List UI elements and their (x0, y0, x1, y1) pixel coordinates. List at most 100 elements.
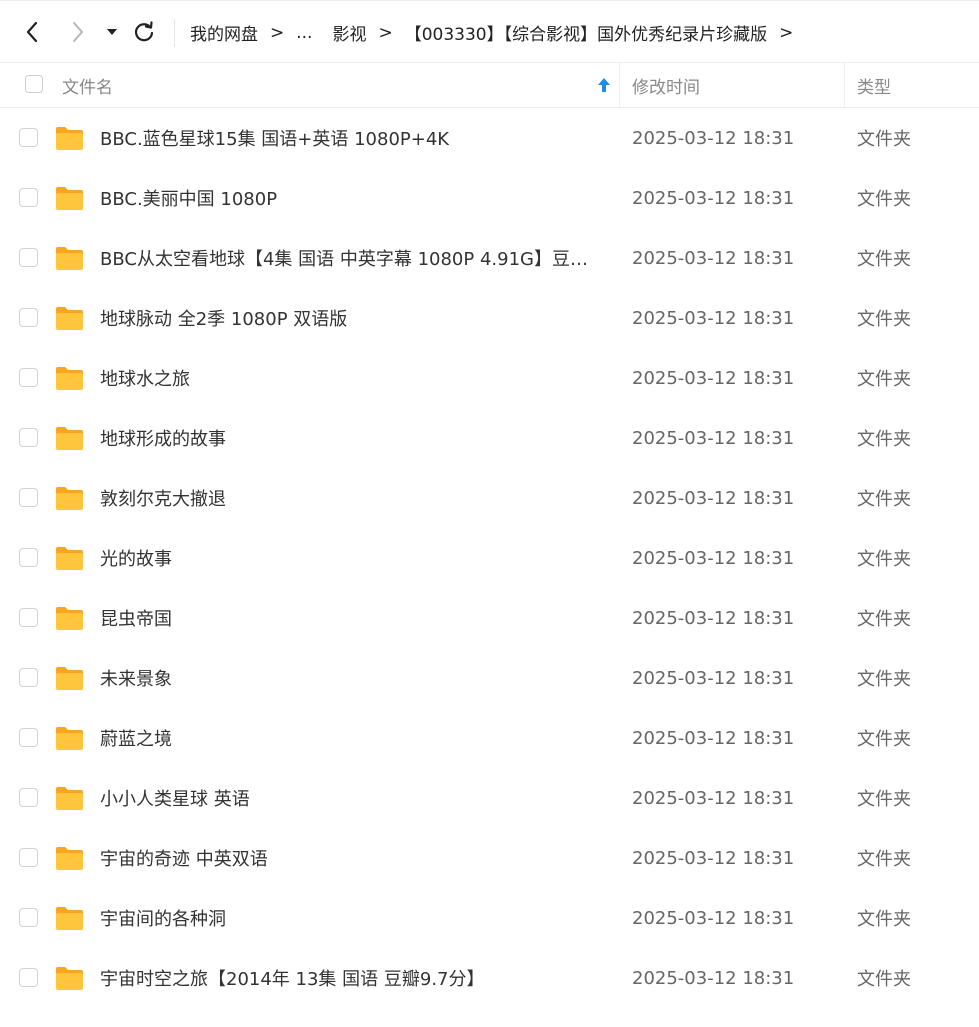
file-type: 文件夹 (857, 849, 911, 870)
column-header-type[interactable]: 类型 (857, 63, 891, 107)
row-checkbox[interactable] (19, 668, 38, 687)
file-name[interactable]: BBC.美丽中国 1080P (100, 168, 600, 228)
file-name[interactable]: 敦刻尔克大撤退 (100, 468, 600, 528)
file-type: 文件夹 (857, 309, 911, 330)
table-row[interactable]: 宇宙的奇迹 中英双语 2025-03-12 18:31 文件夹 (0, 828, 979, 888)
file-type: 文件夹 (857, 789, 911, 810)
folder-icon (56, 787, 83, 810)
folder-icon (56, 187, 83, 210)
column-header-name[interactable]: 文件名 (62, 63, 113, 107)
table-row[interactable]: 敦刻尔克大撤退 2025-03-12 18:31 文件夹 (0, 468, 979, 528)
row-checkbox[interactable] (19, 488, 38, 507)
chevron-right-icon (73, 22, 83, 42)
row-checkbox[interactable] (19, 968, 38, 987)
folder-icon (56, 847, 83, 870)
modified-time: 2025-03-12 18:31 (632, 307, 795, 329)
file-type: 文件夹 (857, 909, 911, 930)
file-name[interactable]: 宇宙间的各种洞 (100, 888, 600, 948)
table-row[interactable]: 地球脉动 全2季 1080P 双语版 2025-03-12 18:31 文件夹 (0, 288, 979, 348)
modified-time: 2025-03-12 18:31 (632, 967, 795, 989)
chevron-left-icon (26, 21, 38, 43)
row-checkbox[interactable] (19, 728, 38, 747)
table-row[interactable]: 昆虫帝国 2025-03-12 18:31 文件夹 (0, 588, 979, 648)
row-checkbox[interactable] (19, 188, 38, 207)
modified-time: 2025-03-12 18:31 (632, 127, 795, 149)
file-name[interactable]: 昆虫帝国 (100, 588, 600, 648)
navigation-bar: 我的网盘 > ... 影视 > 【003330】【综合影视】国外优秀纪录片珍藏版… (0, 0, 979, 63)
file-name[interactable]: 地球脉动 全2季 1080P 双语版 (100, 288, 600, 348)
row-checkbox[interactable] (19, 908, 38, 927)
row-checkbox[interactable] (19, 788, 38, 807)
table-row[interactable]: 光的故事 2025-03-12 18:31 文件夹 (0, 528, 979, 588)
folder-icon (56, 727, 83, 750)
row-checkbox[interactable] (19, 548, 38, 567)
table-row[interactable]: 蔚蓝之境 2025-03-12 18:31 文件夹 (0, 708, 979, 768)
table-row[interactable]: BBC从太空看地球【4集 国语 中英字幕 1080P 4.91G】豆瓣... 20… (0, 228, 979, 288)
table-row[interactable]: 地球形成的故事 2025-03-12 18:31 文件夹 (0, 408, 979, 468)
file-type: 文件夹 (857, 549, 911, 570)
file-name[interactable]: BBC.蓝色星球15集 国语+英语 1080P+4K (100, 108, 600, 168)
breadcrumb-item-current[interactable]: 【003330】【综合影视】国外优秀纪录片珍藏版 (405, 20, 767, 45)
modified-time: 2025-03-12 18:31 (632, 607, 795, 629)
table-row[interactable]: 宇宙间的各种洞 2025-03-12 18:31 文件夹 (0, 888, 979, 948)
row-checkbox[interactable] (19, 848, 38, 867)
file-name[interactable]: 小小人类星球 英语 (100, 768, 600, 828)
file-type: 文件夹 (857, 129, 911, 150)
file-name[interactable]: 光的故事 (100, 528, 600, 588)
file-type: 文件夹 (857, 189, 911, 210)
file-manager-window: 我的网盘 > ... 影视 > 【003330】【综合影视】国外优秀纪录片珍藏版… (0, 0, 979, 1027)
breadcrumb-item-ellipsis[interactable]: ... (296, 23, 312, 43)
file-name[interactable]: BBC从太空看地球【4集 国语 中英字幕 1080P 4.91G】豆瓣... (100, 228, 600, 288)
file-name[interactable]: 宇宙的奇迹 中英双语 (100, 828, 600, 888)
row-checkbox[interactable] (19, 128, 38, 147)
breadcrumb-separator: > (779, 22, 794, 43)
table-row[interactable]: BBC.美丽中国 1080P 2025-03-12 18:31 文件夹 (0, 168, 979, 228)
file-list: BBC.蓝色星球15集 国语+英语 1080P+4K 2025-03-12 18:… (0, 108, 979, 1008)
table-row[interactable]: 小小人类星球 英语 2025-03-12 18:31 文件夹 (0, 768, 979, 828)
modified-time: 2025-03-12 18:31 (632, 727, 795, 749)
modified-time: 2025-03-12 18:31 (632, 487, 795, 509)
folder-icon (56, 247, 83, 270)
folder-icon (56, 127, 83, 150)
table-row[interactable]: 未来景象 2025-03-12 18:31 文件夹 (0, 648, 979, 708)
folder-icon (56, 307, 83, 330)
row-checkbox[interactable] (19, 428, 38, 447)
file-type: 文件夹 (857, 969, 911, 990)
breadcrumb-item-video[interactable]: 影视 (332, 20, 366, 45)
folder-icon (56, 967, 83, 990)
row-checkbox[interactable] (19, 608, 38, 627)
history-dropdown-button[interactable] (98, 15, 126, 49)
file-name[interactable]: 宇宙时空之旅【2014年 13集 国语 豆瓣9.7分】 (100, 948, 600, 1008)
select-all-checkbox[interactable] (25, 75, 43, 93)
file-name[interactable]: 未来景象 (100, 648, 600, 708)
column-header-modified[interactable]: 修改时间 (632, 63, 700, 107)
forward-button[interactable] (62, 15, 94, 49)
column-divider[interactable] (844, 63, 845, 107)
breadcrumb: 我的网盘 > ... 影视 > 【003330】【综合影视】国外优秀纪录片珍藏版… (190, 1, 793, 64)
modified-time: 2025-03-12 18:31 (632, 367, 795, 389)
folder-icon (56, 907, 83, 930)
modified-time: 2025-03-12 18:31 (632, 187, 795, 209)
file-name[interactable]: 地球水之旅 (100, 348, 600, 408)
table-row[interactable]: 宇宙时空之旅【2014年 13集 国语 豆瓣9.7分】 2025-03-12 18… (0, 948, 979, 1008)
file-name[interactable]: 地球形成的故事 (100, 408, 600, 468)
file-list-header: 文件名 修改时间 类型 (0, 63, 979, 108)
table-row[interactable]: 地球水之旅 2025-03-12 18:31 文件夹 (0, 348, 979, 408)
caret-down-icon (107, 29, 117, 35)
refresh-button[interactable] (128, 15, 160, 49)
table-row[interactable]: BBC.蓝色星球15集 国语+英语 1080P+4K 2025-03-12 18:… (0, 108, 979, 168)
modified-time: 2025-03-12 18:31 (632, 907, 795, 929)
back-button[interactable] (16, 15, 48, 49)
modified-time: 2025-03-12 18:31 (632, 427, 795, 449)
breadcrumb-separator: > (378, 22, 393, 43)
row-checkbox[interactable] (19, 368, 38, 387)
row-checkbox[interactable] (19, 308, 38, 327)
column-divider[interactable] (619, 63, 620, 107)
breadcrumb-separator: > (270, 22, 285, 43)
arrow-up-icon[interactable] (596, 76, 612, 94)
file-name[interactable]: 蔚蓝之境 (100, 708, 600, 768)
file-type: 文件夹 (857, 369, 911, 390)
breadcrumb-item-root[interactable]: 我的网盘 (190, 20, 258, 45)
file-type: 文件夹 (857, 429, 911, 450)
row-checkbox[interactable] (19, 248, 38, 267)
